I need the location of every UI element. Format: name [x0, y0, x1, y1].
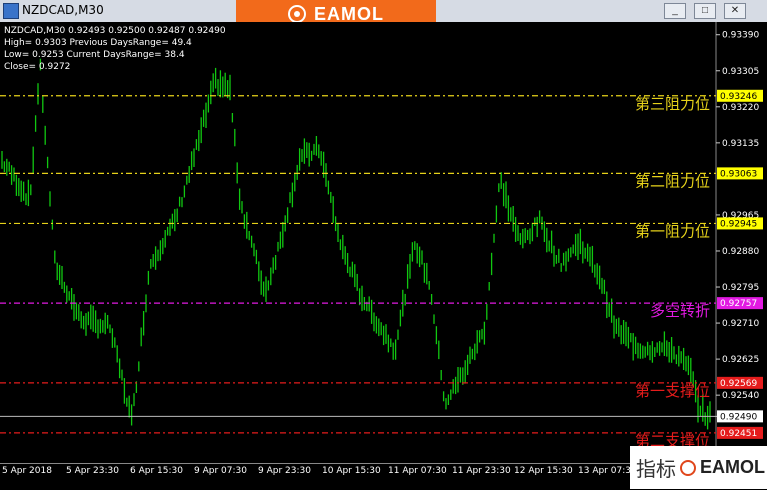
- level-price-label: 0.93063: [720, 169, 757, 179]
- time-tick: 13 Apr 07:30: [578, 466, 637, 476]
- level-label: 第一阻力位: [635, 222, 710, 240]
- time-tick: 11 Apr 23:30: [452, 466, 511, 476]
- price-tick-label: 0.93390: [722, 31, 759, 41]
- price-tick-label: 0.93220: [722, 103, 759, 113]
- watermark-cn: 指标: [636, 457, 676, 481]
- level-label: 第一支撑位: [635, 382, 710, 400]
- info-high: High= 0.9303 Previous DaysRange= 49.4: [4, 38, 192, 48]
- chart-area[interactable]: 0.93390 0.93305 0.93220 0.93135 0.92965 0.928…: [0, 22, 767, 463]
- info-close: Close= 0.9272: [4, 62, 71, 72]
- price-tick-label: 0.92795: [722, 283, 759, 293]
- level-price-label: 0.92451: [720, 429, 757, 439]
- window-title: NZDCAD,M30: [22, 3, 104, 17]
- watermark-name: EAMOL: [700, 457, 765, 477]
- time-tick: 10 Apr 15:30: [322, 466, 381, 476]
- price-tick-label: 0.92540: [722, 391, 759, 401]
- time-tick: 11 Apr 07:30: [388, 466, 447, 476]
- time-tick: 9 Apr 23:30: [258, 466, 311, 476]
- current-price-label: 0.92490: [720, 412, 757, 422]
- minimize-button[interactable]: _: [664, 3, 686, 19]
- time-tick: 5 Apr 2018: [2, 466, 52, 476]
- level-label: 多空转折: [650, 302, 710, 320]
- price-tick-label: 0.93305: [722, 67, 759, 77]
- info-header: NZDCAD,M30 0.92493 0.92500 0.92487 0.924…: [4, 26, 226, 36]
- time-tick: 6 Apr 15:30: [130, 466, 183, 476]
- eamol-watermark-icon: [680, 459, 696, 476]
- time-tick: 12 Apr 15:30: [514, 466, 573, 476]
- level-price-label: 0.92757: [720, 299, 757, 309]
- time-tick: 9 Apr 07:30: [194, 466, 247, 476]
- price-tick-label: 0.92710: [722, 319, 759, 329]
- maximize-button[interactable]: □: [694, 3, 716, 19]
- time-axis: 5 Apr 2018 5 Apr 23:30 6 Apr 15:30 9 Apr…: [0, 463, 716, 490]
- close-button[interactable]: ✕: [724, 3, 746, 19]
- price-tick-label: 0.92880: [722, 247, 759, 257]
- level-price-label: 0.92945: [720, 219, 757, 229]
- time-tick: 5 Apr 23:30: [66, 466, 119, 476]
- price-chart[interactable]: 0.933900.933050.932200.931350.929650.928…: [0, 22, 767, 463]
- level-price-label: 0.92569: [720, 379, 757, 389]
- level-label: 第三阻力位: [635, 95, 710, 113]
- level-label: 第二阻力位: [635, 172, 710, 190]
- price-tick-label: 0.92625: [722, 355, 759, 365]
- level-price-label: 0.93246: [720, 92, 757, 102]
- chart-window-icon: [3, 3, 19, 19]
- watermark: 指标 EAMOL: [630, 446, 767, 489]
- price-tick-label: 0.93135: [722, 139, 759, 149]
- eamol-logo-icon: [288, 5, 306, 23]
- info-low: Low= 0.9253 Current DaysRange= 38.4: [4, 50, 185, 60]
